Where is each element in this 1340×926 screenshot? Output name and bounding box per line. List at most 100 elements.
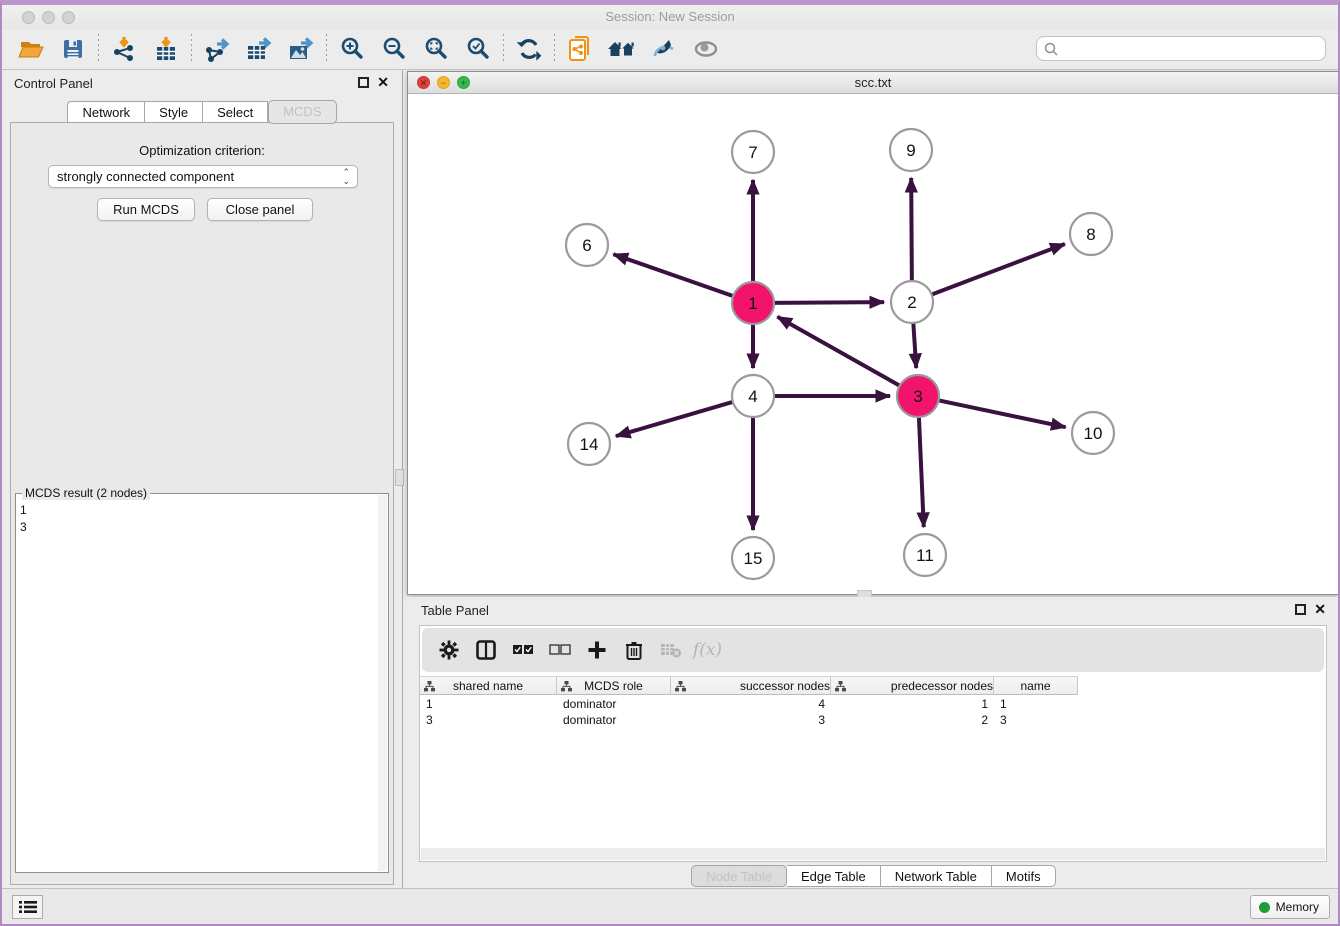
vertical-splitter-handle[interactable] bbox=[395, 469, 404, 486]
table-row[interactable]: 1 dominator 4 1 1 bbox=[420, 696, 1078, 712]
refresh-layout-button[interactable] bbox=[508, 33, 550, 65]
column-header-mcds-role[interactable]: MCDS role bbox=[557, 676, 671, 695]
result-scrollbar[interactable] bbox=[378, 495, 387, 871]
columns-icon bbox=[476, 640, 496, 660]
network-window-titlebar[interactable]: ✕ − + scc.txt bbox=[408, 72, 1338, 94]
zoom-fit-icon bbox=[423, 36, 449, 62]
column-header-successor-nodes[interactable]: successor nodes bbox=[671, 676, 831, 695]
deselect-all-columns-button[interactable] bbox=[541, 635, 578, 665]
zoom-fit-button[interactable] bbox=[415, 33, 457, 65]
checked-boxes-icon bbox=[512, 643, 534, 657]
home-view-button[interactable] bbox=[601, 33, 643, 65]
graph-edge-3-10[interactable] bbox=[937, 400, 1066, 427]
select-all-columns-button[interactable] bbox=[504, 635, 541, 665]
tab-mcds[interactable]: MCDS bbox=[268, 100, 336, 124]
tab-style[interactable]: Style bbox=[145, 101, 203, 123]
graph-edge-2-9[interactable] bbox=[911, 178, 912, 283]
float-panel-icon[interactable] bbox=[358, 77, 369, 88]
close-panel-button[interactable]: Close panel bbox=[207, 198, 313, 221]
graph-edge-4-14[interactable] bbox=[616, 401, 735, 436]
table-row[interactable]: 3 dominator 3 2 3 bbox=[420, 712, 1078, 728]
hide-graphics-details-button[interactable] bbox=[643, 33, 685, 65]
export-image-button[interactable] bbox=[280, 33, 322, 65]
zoom-in-button[interactable] bbox=[331, 33, 373, 65]
graph-edge-3-1[interactable] bbox=[777, 317, 901, 387]
graph-node-label: 10 bbox=[1084, 424, 1103, 443]
zoom-selected-icon bbox=[465, 36, 491, 62]
import-table-button[interactable] bbox=[145, 33, 187, 65]
tab-network[interactable]: Network bbox=[67, 101, 145, 123]
save-floppy-icon bbox=[61, 37, 85, 61]
result-line: 3 bbox=[20, 519, 378, 536]
close-table-panel-icon[interactable]: ✕ bbox=[1314, 601, 1326, 618]
unchecked-boxes-icon bbox=[549, 643, 571, 657]
zoom-out-icon bbox=[381, 36, 407, 62]
cell-predecessor-nodes: 1 bbox=[831, 696, 994, 712]
graph-edge-2-3[interactable] bbox=[913, 321, 916, 368]
zoom-out-button[interactable] bbox=[373, 33, 415, 65]
graph-node-label: 1 bbox=[748, 294, 757, 313]
table-horizontal-scrollbar[interactable] bbox=[421, 848, 1325, 860]
save-session-button[interactable] bbox=[52, 33, 94, 65]
column-label: predecessor nodes bbox=[891, 679, 993, 693]
search-icon bbox=[1043, 41, 1059, 57]
show-panel-button[interactable] bbox=[685, 33, 727, 65]
window-titlebar: Session: New Session bbox=[2, 5, 1338, 29]
delete-table-icon bbox=[660, 642, 682, 658]
table-settings-button[interactable] bbox=[430, 635, 467, 665]
open-folder-icon bbox=[18, 37, 44, 61]
clone-network-button[interactable] bbox=[559, 33, 601, 65]
tab-node-table[interactable]: Node Table bbox=[691, 865, 787, 887]
table-panel: Table Panel ✕ bbox=[407, 597, 1340, 895]
cell-predecessor-nodes: 2 bbox=[831, 712, 994, 728]
show-columns-button[interactable] bbox=[467, 635, 504, 665]
graph-node-label: 6 bbox=[582, 236, 591, 255]
search-input[interactable] bbox=[1059, 39, 1325, 59]
export-network-button[interactable] bbox=[196, 33, 238, 65]
column-header-predecessor-nodes[interactable]: predecessor nodes bbox=[831, 676, 994, 695]
graph-edge-1-6[interactable] bbox=[613, 254, 735, 296]
node-table-container: f(x) shared name bbox=[419, 625, 1327, 862]
column-label: MCDS role bbox=[584, 679, 643, 693]
export-table-button[interactable] bbox=[238, 33, 280, 65]
task-history-button[interactable] bbox=[12, 895, 43, 919]
network-canvas[interactable]: 1234678910111415 bbox=[408, 94, 1338, 594]
open-session-button[interactable] bbox=[10, 33, 52, 65]
float-table-panel-icon[interactable] bbox=[1295, 604, 1306, 615]
import-network-button[interactable] bbox=[103, 33, 145, 65]
delete-column-button[interactable] bbox=[615, 635, 652, 665]
import-network-icon bbox=[111, 36, 137, 62]
mcds-result-title: MCDS result (2 nodes) bbox=[22, 486, 150, 500]
run-mcds-button[interactable]: Run MCDS bbox=[97, 198, 195, 221]
table-toolbar: f(x) bbox=[422, 628, 1324, 672]
function-builder-button[interactable]: f(x) bbox=[689, 635, 726, 665]
tab-edge-table[interactable]: Edge Table bbox=[787, 865, 881, 887]
table-panel-header: Table Panel ✕ bbox=[407, 597, 1340, 623]
tab-motifs[interactable]: Motifs bbox=[992, 865, 1056, 887]
mcds-result-list[interactable]: 1 3 bbox=[20, 502, 378, 870]
delete-table-button[interactable] bbox=[652, 635, 689, 665]
search-field[interactable] bbox=[1036, 36, 1326, 61]
zoom-selected-button[interactable] bbox=[457, 33, 499, 65]
add-column-button[interactable] bbox=[578, 635, 615, 665]
graph-node-label: 4 bbox=[748, 387, 757, 406]
cell-mcds-role: dominator bbox=[557, 712, 671, 728]
homes-icon bbox=[607, 37, 637, 61]
column-header-name[interactable]: name bbox=[994, 676, 1078, 695]
criterion-dropdown[interactable]: strongly connected component ⌃⌄ bbox=[48, 165, 358, 188]
close-panel-icon[interactable]: ✕ bbox=[377, 74, 389, 91]
graph-edge-1-2[interactable] bbox=[772, 302, 884, 303]
hierarchy-icon bbox=[835, 681, 846, 692]
column-header-shared-name[interactable]: shared name bbox=[420, 676, 557, 695]
memory-button[interactable]: Memory bbox=[1250, 895, 1330, 919]
list-icon bbox=[19, 900, 37, 914]
tab-select[interactable]: Select bbox=[203, 101, 268, 123]
cell-successor-nodes: 3 bbox=[671, 712, 831, 728]
tab-network-table[interactable]: Network Table bbox=[881, 865, 992, 887]
memory-label: Memory bbox=[1276, 900, 1319, 914]
graph-edge-2-8[interactable] bbox=[930, 244, 1065, 295]
cell-successor-nodes: 4 bbox=[671, 696, 831, 712]
optimization-criterion-label: Optimization criterion: bbox=[11, 143, 393, 158]
graph-edge-3-11[interactable] bbox=[919, 415, 924, 527]
graph-node-label: 11 bbox=[916, 546, 934, 565]
